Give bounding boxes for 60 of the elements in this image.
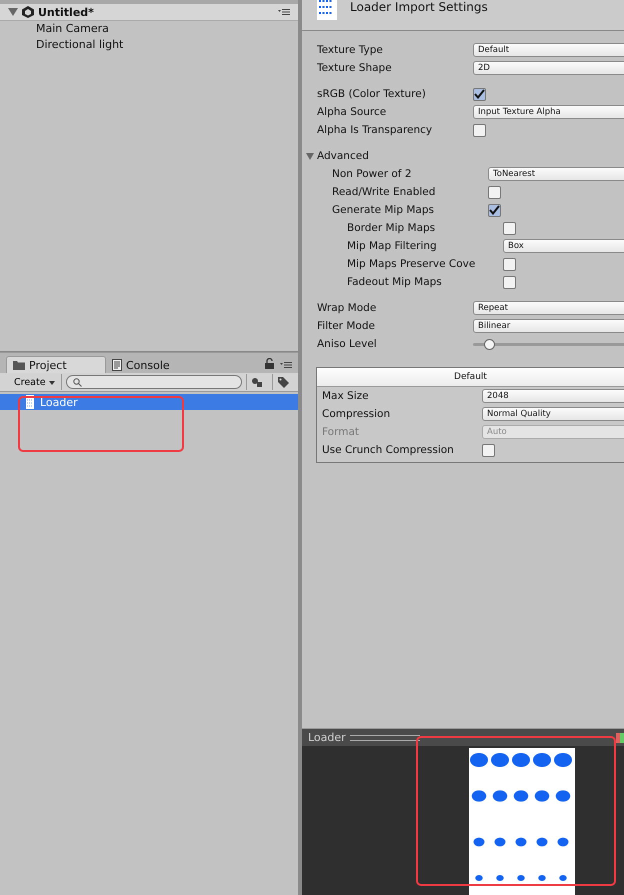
- caret-icon: [48, 380, 55, 384]
- checkbox[interactable]: [503, 276, 516, 288]
- inspector-title: Loader Import Settings: [350, 0, 488, 14]
- field-label: Fadeout Mip Maps: [346, 276, 443, 288]
- dropdown[interactable]: Normal Quality: [482, 407, 624, 421]
- menu-icon[interactable]: [278, 8, 290, 16]
- color-channel-icon[interactable]: [616, 732, 624, 742]
- folder-icon: [13, 360, 25, 370]
- checkbox[interactable]: [473, 88, 486, 100]
- field-label: Format: [322, 426, 360, 438]
- field-label: Alpha Is Transparency: [316, 124, 434, 136]
- document-icon: [112, 359, 122, 371]
- field-label: sRGB (Color Texture): [316, 88, 427, 100]
- field-label: Alpha Source: [316, 106, 388, 118]
- field-label: Border Mip Maps: [346, 222, 436, 234]
- checkbox[interactable]: [488, 204, 501, 216]
- texture-thumbnail-icon: [317, 0, 337, 20]
- asset-item[interactable]: Loader: [0, 394, 298, 410]
- field-label: Compression: [322, 408, 392, 420]
- drag-handle[interactable]: [350, 734, 420, 740]
- checkbox[interactable]: [488, 186, 501, 198]
- scene-title[interactable]: Untitled*: [38, 6, 94, 18]
- hierarchy-item[interactable]: Main Camera: [0, 21, 298, 37]
- search-icon: [72, 378, 82, 386]
- dropdown[interactable]: 2D: [473, 61, 624, 75]
- field-label: Mip Map Filtering: [346, 240, 438, 252]
- preview-title: Loader: [308, 731, 346, 744]
- field-label: Use Crunch Compression: [322, 444, 455, 456]
- checkbox[interactable]: [473, 124, 486, 136]
- search-field[interactable]: [66, 375, 242, 389]
- platform-tab[interactable]: Default: [317, 368, 624, 387]
- checkbox[interactable]: [503, 222, 516, 234]
- checkbox[interactable]: [503, 258, 516, 270]
- field-label: Non Power of 2: [331, 168, 412, 180]
- field-label: Mip Maps Preserve Cove: [346, 258, 476, 270]
- menu-icon[interactable]: [280, 361, 292, 369]
- field-label: Filter Mode: [316, 320, 376, 332]
- create-dropdown[interactable]: Create: [12, 374, 62, 390]
- slider-thumb[interactable]: [484, 338, 495, 350]
- dropdown[interactable]: Bilinear: [473, 319, 624, 333]
- lock-icon[interactable]: [265, 358, 274, 369]
- field-label: Max Size: [322, 390, 370, 402]
- dropdown[interactable]: Box: [503, 239, 624, 253]
- dropdown[interactable]: Default: [473, 43, 624, 57]
- field-label: Wrap Mode: [316, 302, 378, 314]
- field-label: Texture Type: [316, 44, 384, 56]
- field-label: Aniso Level: [316, 338, 378, 350]
- dropdown[interactable]: Repeat: [473, 301, 624, 315]
- advanced-foldout[interactable]: Advanced: [306, 150, 369, 162]
- dropdown[interactable]: 2048: [482, 389, 624, 403]
- hierarchy-item[interactable]: Directional light: [0, 37, 298, 53]
- cube-logo-icon: [21, 5, 35, 19]
- dropdown[interactable]: ToNearest: [488, 167, 624, 181]
- panel-tab[interactable]: Console: [106, 357, 204, 373]
- dropdown[interactable]: Input Texture Alpha: [473, 105, 624, 119]
- field-label: Texture Shape: [316, 62, 393, 74]
- checkbox[interactable]: [482, 444, 495, 456]
- panel-tab[interactable]: Project: [6, 356, 106, 373]
- field-label: Read/Write Enabled: [331, 186, 436, 198]
- field-label: Generate Mip Maps: [331, 204, 435, 216]
